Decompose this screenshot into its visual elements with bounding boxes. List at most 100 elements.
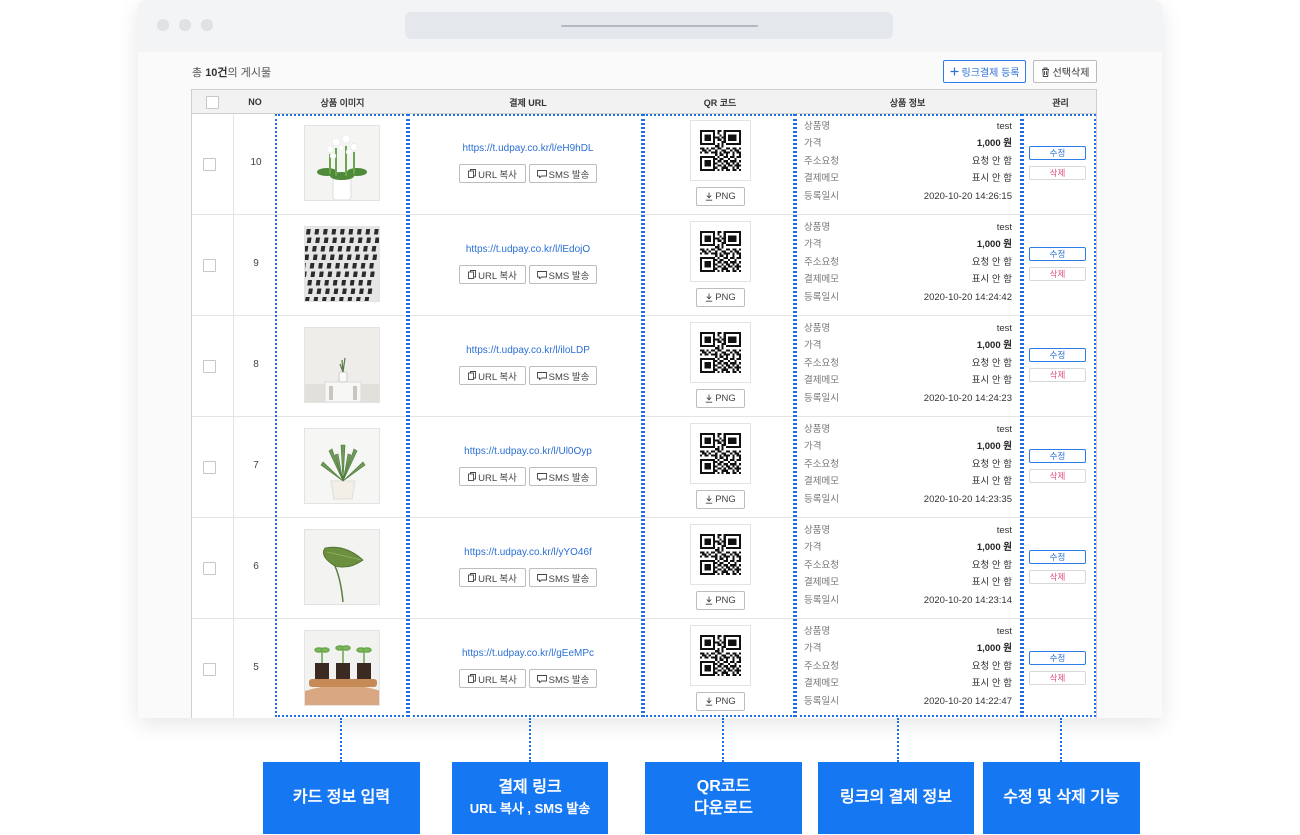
sms-send-label: SMS 발송	[548, 169, 590, 181]
callout-title: 결제 링크	[498, 779, 562, 796]
info-label-address: 주소요청	[804, 155, 839, 167]
url-copy-button[interactable]: URL 복사	[459, 669, 526, 688]
download-icon	[706, 192, 713, 201]
header-qr-code: QR 코드	[703, 97, 737, 108]
delete-button[interactable]: 삭제	[1029, 166, 1086, 180]
delete-selected-button[interactable]: 선택삭제	[1033, 60, 1097, 83]
product-image	[304, 226, 380, 302]
post-count: 총 10건의 게시물	[192, 64, 271, 80]
png-download-label: PNG	[715, 595, 736, 606]
product-info: 상품명 test 가격 1,000 원 주소요청 요청 안 함 결제메모 표시 안 함 …	[804, 118, 1012, 205]
png-download-button[interactable]: PNG	[696, 591, 745, 610]
column-divider	[233, 215, 234, 315]
delete-button[interactable]: 삭제	[1029, 267, 1086, 281]
url-copy-button[interactable]: URL 복사	[459, 265, 526, 284]
info-price: 1,000 원	[976, 340, 1012, 352]
product-image-small-vase	[305, 328, 379, 402]
qr-code	[690, 423, 751, 484]
sms-send-button[interactable]: SMS 발송	[529, 568, 597, 587]
window-dot-icon	[201, 19, 213, 31]
delete-button[interactable]: 삭제	[1029, 368, 1086, 382]
row-checkbox[interactable]	[203, 663, 216, 676]
edit-button[interactable]: 수정	[1029, 348, 1086, 362]
edit-button[interactable]: 수정	[1029, 651, 1086, 665]
select-all-checkbox[interactable]	[206, 95, 219, 109]
info-address-request: 요청 안 함	[971, 256, 1012, 268]
url-copy-button[interactable]: URL 복사	[459, 366, 526, 385]
info-label-address: 주소요청	[804, 660, 839, 672]
copy-icon	[468, 270, 477, 279]
row-checkbox[interactable]	[203, 562, 216, 575]
png-download-button[interactable]: PNG	[696, 187, 745, 206]
download-icon	[706, 495, 713, 504]
url-copy-button[interactable]: URL 복사	[459, 568, 526, 587]
delete-button[interactable]: 삭제	[1029, 570, 1086, 584]
info-label-price: 가격	[804, 643, 822, 655]
column-divider	[233, 114, 234, 214]
delete-selected-label: 선택삭제	[1052, 68, 1090, 79]
table-row: 5 https://t.udpay.co.kr/l/gEeMPc URL 복사 …	[192, 619, 1096, 718]
row-checkbox[interactable]	[203, 158, 216, 171]
info-label-address: 주소요청	[804, 256, 839, 268]
payment-url-link[interactable]: https://t.udpay.co.kr/l/yYO46f	[414, 547, 642, 558]
sms-send-button[interactable]: SMS 발송	[529, 164, 597, 183]
qr-code-image	[700, 534, 741, 575]
info-registered-date: 2020-10-20 14:24:23	[923, 392, 1012, 404]
info-label-date: 등록일시	[804, 695, 839, 707]
table-row: 7 https://t.udpay.co.kr/l/Ul0Oyp URL 복사 …	[192, 417, 1096, 518]
info-label-price: 가격	[804, 340, 822, 352]
info-product-name: test	[996, 424, 1012, 435]
sms-send-button[interactable]: SMS 발송	[529, 265, 597, 284]
product-info: 상품명 test 가격 1,000 원 주소요청 요청 안 함 결제메모 표시 안 함 …	[804, 522, 1012, 609]
header-product-image: 상품 이미지	[320, 97, 365, 108]
row-checkbox[interactable]	[203, 461, 216, 474]
payment-url-link[interactable]: https://t.udpay.co.kr/l/eH9hDL	[414, 143, 642, 154]
table-body: 10 https://t.udpay.co.kr/l/eH9hDL URL 복사…	[192, 114, 1096, 718]
info-label-name: 상품명	[804, 121, 831, 132]
png-download-button[interactable]: PNG	[696, 389, 745, 408]
payment-url-link[interactable]: https://t.udpay.co.kr/l/Ul0Oyp	[414, 446, 642, 457]
edit-button[interactable]: 수정	[1029, 449, 1086, 463]
table-row: 9 https://t.udpay.co.kr/l/lEdojO URL 복사 …	[192, 215, 1096, 316]
png-download-button[interactable]: PNG	[696, 692, 745, 711]
edit-button[interactable]: 수정	[1029, 550, 1086, 564]
callout-qr-download: QR코드 다운로드	[645, 762, 802, 834]
url-copy-button[interactable]: URL 복사	[459, 164, 526, 183]
payment-url-link[interactable]: https://t.udpay.co.kr/l/gEeMPc	[414, 648, 642, 659]
download-icon	[706, 293, 713, 302]
png-download-button[interactable]: PNG	[696, 490, 745, 509]
sms-send-button[interactable]: SMS 발송	[529, 467, 597, 486]
message-icon	[536, 573, 547, 582]
png-download-button[interactable]: PNG	[696, 288, 745, 307]
png-download-label: PNG	[715, 696, 736, 707]
edit-button[interactable]: 수정	[1029, 146, 1086, 160]
table-header: NO 상품 이미지 결제 URL QR 코드 상품 정보 관리	[192, 90, 1096, 114]
sms-send-label: SMS 발송	[548, 573, 590, 585]
delete-button[interactable]: 삭제	[1029, 469, 1086, 483]
message-icon	[536, 169, 547, 178]
info-label-date: 등록일시	[804, 291, 839, 303]
address-bar[interactable]	[405, 12, 893, 39]
info-price: 1,000 원	[976, 441, 1012, 453]
delete-button[interactable]: 삭제	[1029, 671, 1086, 685]
edit-button[interactable]: 수정	[1029, 247, 1086, 261]
callout-title: QR코드	[696, 778, 751, 795]
url-copy-button[interactable]: URL 복사	[459, 467, 526, 486]
sms-send-button[interactable]: SMS 발송	[529, 669, 597, 688]
payment-url-link[interactable]: https://t.udpay.co.kr/l/lEdojO	[414, 244, 642, 255]
row-checkbox[interactable]	[203, 259, 216, 272]
message-icon	[536, 270, 547, 279]
copy-icon	[468, 472, 477, 481]
sms-send-button[interactable]: SMS 발송	[529, 366, 597, 385]
info-label-date: 등록일시	[804, 493, 839, 505]
register-link-payment-button[interactable]: 링크결제 등록	[943, 60, 1026, 83]
info-price: 1,000 원	[976, 542, 1012, 554]
payment-url-link[interactable]: https://t.udpay.co.kr/l/iloLDP	[414, 345, 642, 356]
callout-payment-info: 링크의 결제 정보	[818, 762, 974, 834]
column-divider	[233, 518, 234, 618]
callout-edit-delete: 수정 및 삭제 기능	[983, 762, 1140, 834]
register-button-label: 링크결제 등록	[961, 68, 1020, 79]
row-checkbox[interactable]	[203, 360, 216, 373]
copy-icon	[468, 371, 477, 380]
info-label-name: 상품명	[804, 222, 831, 233]
